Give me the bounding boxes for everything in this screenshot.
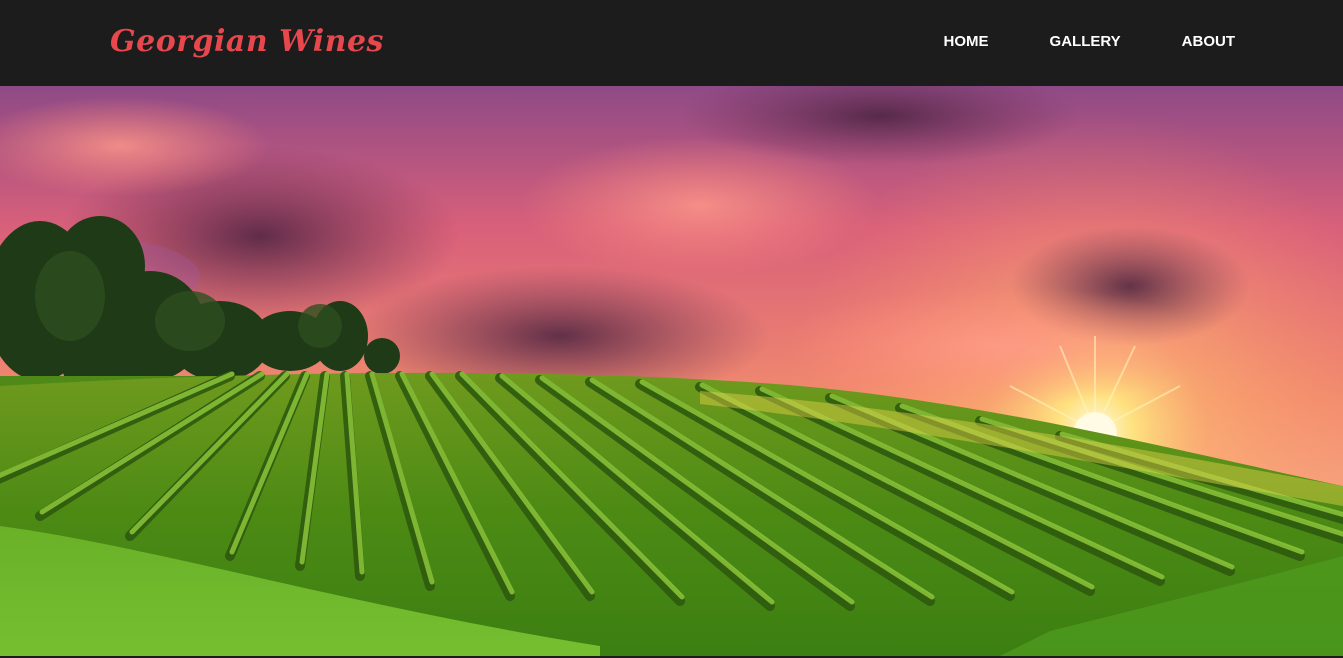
vineyard-sunset-image <box>0 86 1343 656</box>
brand-logo-link[interactable]: Georgian Wines <box>110 22 384 62</box>
nav-about-link[interactable]: ABOUT <box>1182 32 1235 52</box>
nav-gallery-link[interactable]: GALLERY <box>1050 32 1121 52</box>
main-nav: HOME GALLERY ABOUT <box>883 32 1235 52</box>
nav-home-link[interactable]: HOME <box>944 32 989 52</box>
top-navbar: Georgian Wines HOME GALLERY ABOUT <box>0 0 1343 86</box>
hero-banner <box>0 86 1343 656</box>
